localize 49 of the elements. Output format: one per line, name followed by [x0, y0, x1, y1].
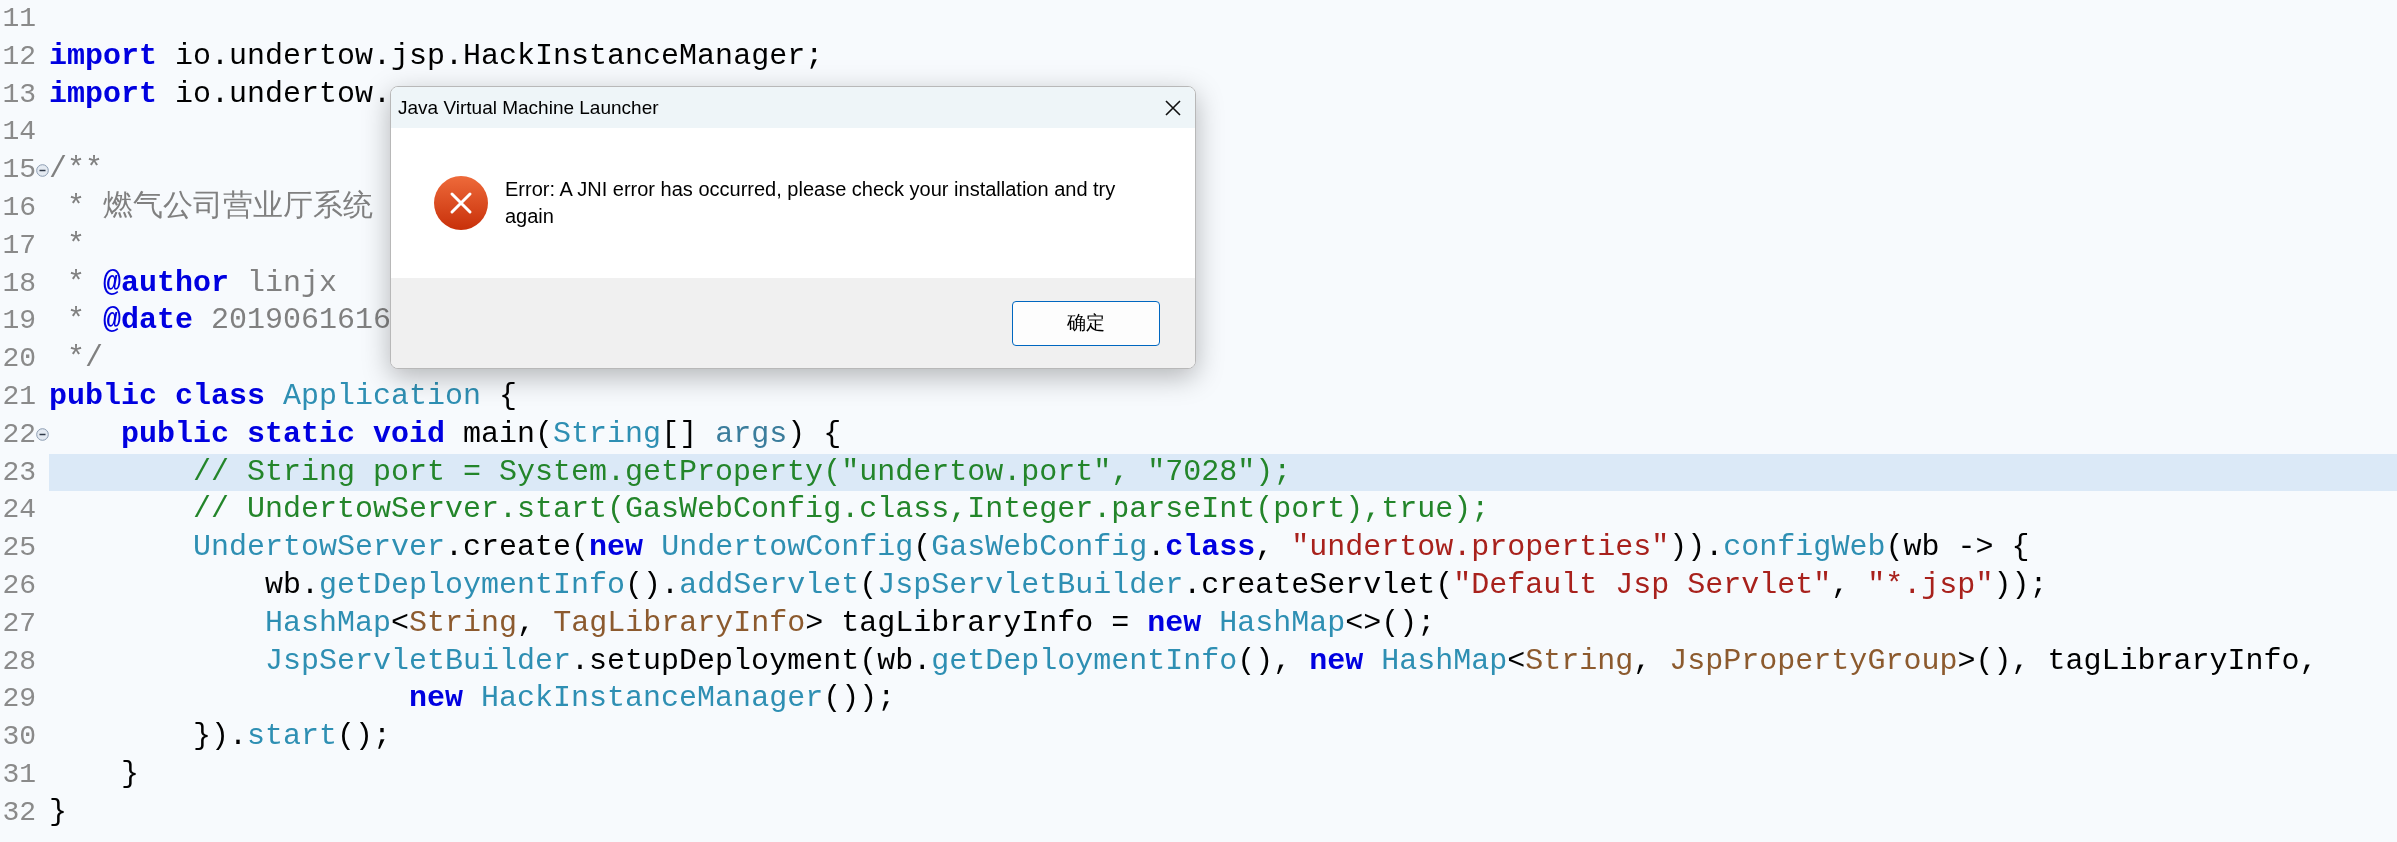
code-line: JspServletBuilder.setupDeployment(wb.getDeploymentInfo(), new HashMap<String, JspPropertyGroup>(), tagLibraryInfo,	[264, 643, 2318, 678]
code-line: /**	[49, 152, 103, 187]
code-line: }	[49, 794, 67, 829]
line-number: 17	[1, 228, 36, 263]
line-number: 12	[1, 39, 36, 74]
line-number: 32	[1, 795, 36, 830]
code-line: }).start();	[192, 719, 392, 754]
code-line: import io.undertow.jsp.HackInstanceManager;	[49, 38, 824, 73]
code-line: import io.undertow.	[49, 76, 392, 111]
collapse-icon[interactable]	[36, 428, 49, 442]
code-line: * 燃气公司营业厅系统	[66, 190, 373, 224]
code-line: * @author linjx	[66, 265, 338, 300]
line-number: 27	[1, 606, 36, 641]
code-line: public class Application {	[49, 378, 518, 413]
code-line: // UndertowServer.start(GasWebConfig.class,Integer.parseInt(port),true);	[192, 492, 1490, 527]
line-number: 15	[1, 153, 36, 188]
line-number: 22	[1, 417, 36, 452]
code-line: HashMap<String, TagLibraryInfo> tagLibraryInfo = new HashMap<>();	[264, 605, 1436, 640]
code-line: * @date 2019061616	[66, 303, 392, 338]
code-line: *	[66, 227, 85, 262]
line-number: 30	[1, 720, 36, 755]
line-number: 24	[1, 493, 36, 528]
line-number: 16	[1, 191, 36, 225]
close-icon[interactable]	[1163, 97, 1183, 118]
line-number: 11	[1, 2, 36, 36]
line-number: 29	[1, 682, 36, 717]
code-line: // String port = System.getProperty("undertow.port", "7028");	[192, 454, 1292, 489]
ok-button[interactable]: 确定	[1012, 300, 1160, 346]
code-line: wb.getDeploymentInfo().addServlet(JspServletBuilder.createServlet("Default Jsp Servlet", "*.jsp"));	[264, 567, 2048, 602]
line-number: 25	[1, 531, 36, 566]
line-number: 19	[1, 304, 36, 339]
dialog-title: Java Virtual Machine Launcher	[398, 96, 659, 119]
code-line: UndertowServer.create(new UndertowConfig(GasWebConfig.class, "undertow.properties")).configWeb(wb -> {	[192, 530, 2030, 565]
code-line: public static void main(String[] args) {	[120, 416, 842, 451]
line-number: 28	[1, 644, 36, 679]
line-number: 23	[1, 455, 36, 490]
line-number: 21	[1, 379, 36, 414]
line-number: 26	[1, 568, 36, 603]
collapse-icon[interactable]	[36, 163, 49, 177]
error-icon	[433, 175, 489, 231]
code-line: */	[66, 341, 103, 376]
line-number: 18	[1, 266, 36, 301]
line-number: 20	[1, 342, 36, 377]
line-number: 13	[1, 77, 36, 112]
line-number: 14	[1, 115, 36, 150]
error-message: Error: A JNI error has occurred, please check your installation and try again	[505, 177, 1117, 229]
code-line: new HackInstanceManager());	[408, 681, 896, 716]
code-line: }	[120, 756, 139, 791]
line-number: 31	[1, 757, 36, 792]
